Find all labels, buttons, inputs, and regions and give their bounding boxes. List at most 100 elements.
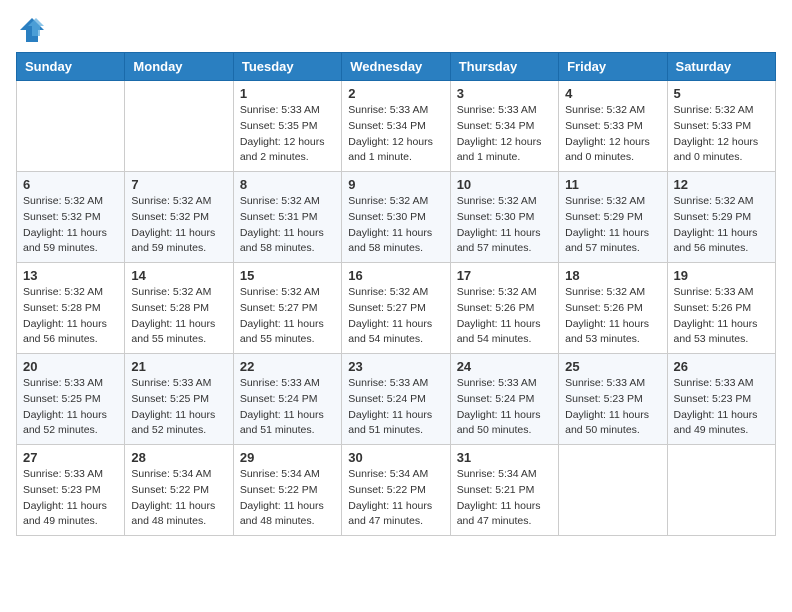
day-number: 24 [457,359,552,374]
calendar-header-row: SundayMondayTuesdayWednesdayThursdayFrid… [17,53,776,81]
calendar-cell: 7 Sunrise: 5:32 AM Sunset: 5:32 PM Daylig… [125,172,233,263]
calendar-cell [559,445,667,536]
day-info: Sunrise: 5:33 AM Sunset: 5:34 PM Dayligh… [348,103,443,166]
day-of-week-header: Sunday [17,53,125,81]
day-number: 9 [348,177,443,192]
calendar-cell: 17 Sunrise: 5:32 AM Sunset: 5:26 PM Dayli… [450,263,558,354]
day-number: 3 [457,86,552,101]
day-number: 13 [23,268,118,283]
day-number: 8 [240,177,335,192]
day-of-week-header: Friday [559,53,667,81]
day-info: Sunrise: 5:32 AM Sunset: 5:27 PM Dayligh… [348,285,443,348]
day-info: Sunrise: 5:34 AM Sunset: 5:22 PM Dayligh… [240,467,335,530]
day-info: Sunrise: 5:33 AM Sunset: 5:25 PM Dayligh… [131,376,226,439]
day-info: Sunrise: 5:33 AM Sunset: 5:25 PM Dayligh… [23,376,118,439]
day-number: 26 [674,359,769,374]
day-info: Sunrise: 5:33 AM Sunset: 5:26 PM Dayligh… [674,285,769,348]
day-info: Sunrise: 5:34 AM Sunset: 5:21 PM Dayligh… [457,467,552,530]
day-number: 14 [131,268,226,283]
day-number: 19 [674,268,769,283]
day-info: Sunrise: 5:32 AM Sunset: 5:26 PM Dayligh… [457,285,552,348]
day-number: 22 [240,359,335,374]
day-info: Sunrise: 5:34 AM Sunset: 5:22 PM Dayligh… [131,467,226,530]
calendar-cell: 28 Sunrise: 5:34 AM Sunset: 5:22 PM Dayli… [125,445,233,536]
calendar-cell: 13 Sunrise: 5:32 AM Sunset: 5:28 PM Dayli… [17,263,125,354]
day-info: Sunrise: 5:34 AM Sunset: 5:22 PM Dayligh… [348,467,443,530]
calendar-cell: 9 Sunrise: 5:32 AM Sunset: 5:30 PM Daylig… [342,172,450,263]
calendar-cell: 24 Sunrise: 5:33 AM Sunset: 5:24 PM Dayli… [450,354,558,445]
day-info: Sunrise: 5:32 AM Sunset: 5:33 PM Dayligh… [674,103,769,166]
day-info: Sunrise: 5:32 AM Sunset: 5:31 PM Dayligh… [240,194,335,257]
calendar-week-row: 20 Sunrise: 5:33 AM Sunset: 5:25 PM Dayli… [17,354,776,445]
day-info: Sunrise: 5:33 AM Sunset: 5:24 PM Dayligh… [457,376,552,439]
calendar-cell: 8 Sunrise: 5:32 AM Sunset: 5:31 PM Daylig… [233,172,341,263]
calendar-cell: 10 Sunrise: 5:32 AM Sunset: 5:30 PM Dayli… [450,172,558,263]
day-number: 30 [348,450,443,465]
day-number: 29 [240,450,335,465]
calendar-cell: 19 Sunrise: 5:33 AM Sunset: 5:26 PM Dayli… [667,263,775,354]
day-info: Sunrise: 5:32 AM Sunset: 5:33 PM Dayligh… [565,103,660,166]
day-number: 7 [131,177,226,192]
calendar-cell: 20 Sunrise: 5:33 AM Sunset: 5:25 PM Dayli… [17,354,125,445]
day-info: Sunrise: 5:33 AM Sunset: 5:23 PM Dayligh… [23,467,118,530]
day-info: Sunrise: 5:32 AM Sunset: 5:32 PM Dayligh… [23,194,118,257]
day-info: Sunrise: 5:32 AM Sunset: 5:32 PM Dayligh… [131,194,226,257]
day-number: 28 [131,450,226,465]
day-number: 15 [240,268,335,283]
calendar-cell: 3 Sunrise: 5:33 AM Sunset: 5:34 PM Daylig… [450,81,558,172]
calendar-cell: 4 Sunrise: 5:32 AM Sunset: 5:33 PM Daylig… [559,81,667,172]
day-number: 1 [240,86,335,101]
day-info: Sunrise: 5:32 AM Sunset: 5:26 PM Dayligh… [565,285,660,348]
calendar-cell: 5 Sunrise: 5:32 AM Sunset: 5:33 PM Daylig… [667,81,775,172]
day-info: Sunrise: 5:33 AM Sunset: 5:24 PM Dayligh… [348,376,443,439]
calendar-cell: 6 Sunrise: 5:32 AM Sunset: 5:32 PM Daylig… [17,172,125,263]
day-number: 6 [23,177,118,192]
day-number: 23 [348,359,443,374]
day-info: Sunrise: 5:33 AM Sunset: 5:23 PM Dayligh… [565,376,660,439]
day-number: 5 [674,86,769,101]
day-of-week-header: Saturday [667,53,775,81]
calendar-week-row: 6 Sunrise: 5:32 AM Sunset: 5:32 PM Daylig… [17,172,776,263]
day-number: 27 [23,450,118,465]
day-info: Sunrise: 5:32 AM Sunset: 5:28 PM Dayligh… [131,285,226,348]
calendar-table: SundayMondayTuesdayWednesdayThursdayFrid… [16,52,776,536]
calendar-cell [125,81,233,172]
calendar-week-row: 1 Sunrise: 5:33 AM Sunset: 5:35 PM Daylig… [17,81,776,172]
calendar-week-row: 27 Sunrise: 5:33 AM Sunset: 5:23 PM Dayli… [17,445,776,536]
day-info: Sunrise: 5:33 AM Sunset: 5:35 PM Dayligh… [240,103,335,166]
calendar-cell [667,445,775,536]
day-info: Sunrise: 5:33 AM Sunset: 5:24 PM Dayligh… [240,376,335,439]
day-number: 31 [457,450,552,465]
day-number: 12 [674,177,769,192]
day-info: Sunrise: 5:32 AM Sunset: 5:30 PM Dayligh… [457,194,552,257]
day-of-week-header: Tuesday [233,53,341,81]
calendar-cell: 27 Sunrise: 5:33 AM Sunset: 5:23 PM Dayli… [17,445,125,536]
calendar-cell: 22 Sunrise: 5:33 AM Sunset: 5:24 PM Dayli… [233,354,341,445]
day-of-week-header: Thursday [450,53,558,81]
calendar-cell: 2Sunrise: 5:33 AM Sunset: 5:34 PM Daylig… [342,81,450,172]
day-info: Sunrise: 5:32 AM Sunset: 5:27 PM Dayligh… [240,285,335,348]
day-info: Sunrise: 5:32 AM Sunset: 5:29 PM Dayligh… [565,194,660,257]
calendar-cell: 11Sunrise: 5:32 AM Sunset: 5:29 PM Dayli… [559,172,667,263]
calendar-cell: 12Sunrise: 5:32 AM Sunset: 5:29 PM Dayli… [667,172,775,263]
day-number: 18 [565,268,660,283]
day-info: Sunrise: 5:32 AM Sunset: 5:30 PM Dayligh… [348,194,443,257]
calendar-cell: 18 Sunrise: 5:32 AM Sunset: 5:26 PM Dayli… [559,263,667,354]
day-number: 17 [457,268,552,283]
day-number: 20 [23,359,118,374]
calendar-cell [17,81,125,172]
day-number: 10 [457,177,552,192]
day-number: 21 [131,359,226,374]
calendar-cell: 29 Sunrise: 5:34 AM Sunset: 5:22 PM Dayli… [233,445,341,536]
calendar-week-row: 13 Sunrise: 5:32 AM Sunset: 5:28 PM Dayli… [17,263,776,354]
day-of-week-header: Monday [125,53,233,81]
calendar-cell: 15 Sunrise: 5:32 AM Sunset: 5:27 PM Dayli… [233,263,341,354]
day-number: 25 [565,359,660,374]
calendar-cell: 30 Sunrise: 5:34 AM Sunset: 5:22 PM Dayli… [342,445,450,536]
page-header [16,16,776,44]
calendar-cell: 14 Sunrise: 5:32 AM Sunset: 5:28 PM Dayli… [125,263,233,354]
day-number: 4 [565,86,660,101]
day-info: Sunrise: 5:32 AM Sunset: 5:28 PM Dayligh… [23,285,118,348]
day-info: Sunrise: 5:33 AM Sunset: 5:34 PM Dayligh… [457,103,552,166]
logo-icon [18,16,46,44]
